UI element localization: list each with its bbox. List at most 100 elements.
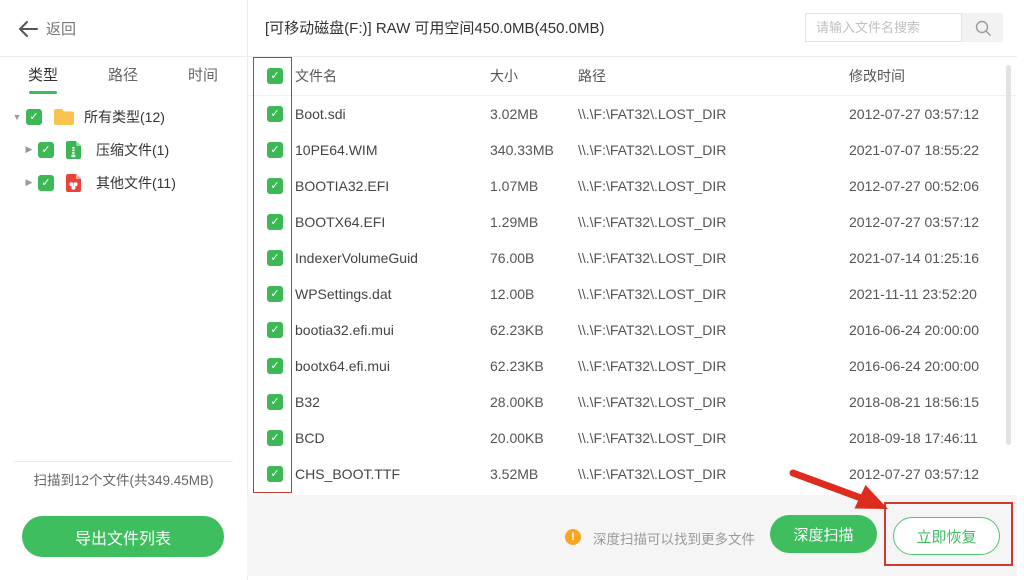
file-type-tree: ▼ ✓ 所有类型(12) ▶ ✓ 压缩文件(1) ▶ ✓ 其他文件(11) — [0, 100, 247, 199]
table-row[interactable]: ✓ B32 28.00KB \\.\F:\FAT32\.LOST_DIR 201… — [247, 384, 1017, 420]
cell-modified-time: 2016-06-24 20:00:00 — [849, 348, 979, 384]
deep-scan-hint: 深度扫描可以找到更多文件 — [593, 528, 755, 548]
tree-caret-icon[interactable]: ▶ — [22, 177, 36, 188]
tree-caret-icon[interactable]: ▼ — [10, 112, 24, 122]
search-icon — [973, 18, 993, 38]
tree-item-label: 压缩文件(1) — [96, 140, 169, 160]
row-checkbox[interactable]: ✓ — [267, 106, 283, 122]
cell-modified-time: 2012-07-27 03:57:12 — [849, 96, 979, 132]
cell-file-path: \\.\F:\FAT32\.LOST_DIR — [578, 384, 726, 420]
cell-file-name: 10PE64.WIM — [295, 132, 377, 168]
tree-caret-icon[interactable]: ▶ — [22, 144, 36, 155]
row-checkbox[interactable]: ✓ — [267, 286, 283, 302]
cell-modified-time: 2012-07-27 03:57:12 — [849, 204, 979, 240]
cell-modified-time: 2021-11-11 23:52:20 — [849, 276, 977, 312]
row-checkbox[interactable]: ✓ — [267, 394, 283, 410]
sidebar-tab-path[interactable]: 路径 — [108, 57, 138, 95]
tree-checkbox[interactable]: ✓ — [38, 142, 54, 158]
cell-file-name: bootx64.efi.mui — [295, 348, 390, 384]
page-title: [可移动磁盘(F:)] RAW 可用空间450.0MB(450.0MB) — [265, 0, 605, 57]
file-type-icon — [53, 107, 75, 127]
tree-item[interactable]: ▶ ✓ 其他文件(11) — [0, 166, 247, 199]
table-row[interactable]: ✓ BOOTX64.EFI 1.29MB \\.\F:\FAT32\.LOST_… — [247, 204, 1017, 240]
scan-summary: 扫描到12个文件(共349.45MB) — [0, 469, 247, 489]
cell-modified-time: 2018-08-21 18:56:15 — [849, 384, 979, 420]
row-checkbox[interactable]: ✓ — [267, 142, 283, 158]
cell-file-path: \\.\F:\FAT32\.LOST_DIR — [578, 96, 726, 132]
search-input[interactable] — [805, 13, 962, 42]
cell-modified-time: 2021-07-07 18:55:22 — [849, 132, 979, 168]
cell-file-size: 62.23KB — [490, 312, 544, 348]
cell-file-name: IndexerVolumeGuid — [295, 240, 418, 276]
sidebar-tab-time[interactable]: 时间 — [188, 57, 218, 95]
cell-file-name: bootia32.efi.mui — [295, 312, 394, 348]
cell-file-path: \\.\F:\FAT32\.LOST_DIR — [578, 312, 726, 348]
export-file-list-button[interactable]: 导出文件列表 — [22, 516, 224, 557]
column-header-size[interactable]: 大小 — [490, 57, 518, 96]
cell-file-path: \\.\F:\FAT32\.LOST_DIR — [578, 204, 726, 240]
row-checkbox[interactable]: ✓ — [267, 430, 283, 446]
table-row[interactable]: ✓ Boot.sdi 3.02MB \\.\F:\FAT32\.LOST_DIR… — [247, 96, 1017, 132]
back-arrow-icon — [18, 21, 38, 37]
cell-file-name: B32 — [295, 384, 320, 420]
cell-file-path: \\.\F:\FAT32\.LOST_DIR — [578, 276, 726, 312]
row-checkbox[interactable]: ✓ — [267, 466, 283, 482]
file-type-icon — [65, 140, 87, 160]
table-row[interactable]: ✓ bootx64.efi.mui 62.23KB \\.\F:\FAT32\.… — [247, 348, 1017, 384]
cell-file-size: 340.33MB — [490, 132, 554, 168]
column-header-name[interactable]: 文件名 — [295, 57, 337, 96]
file-type-icon — [65, 173, 87, 193]
table-row[interactable]: ✓ IndexerVolumeGuid 76.00B \\.\F:\FAT32\… — [247, 240, 1017, 276]
sidebar-tab-type[interactable]: 类型 — [28, 57, 58, 95]
table-row[interactable]: ✓ BOOTIA32.EFI 1.07MB \\.\F:\FAT32\.LOST… — [247, 168, 1017, 204]
cell-file-path: \\.\F:\FAT32\.LOST_DIR — [578, 132, 726, 168]
recover-now-button[interactable]: 立即恢复 — [893, 517, 1000, 555]
sidebar-bottom-divider — [14, 461, 233, 462]
row-checkbox[interactable]: ✓ — [267, 322, 283, 338]
cell-modified-time: 2012-07-27 03:57:12 — [849, 456, 979, 492]
cell-file-size: 28.00KB — [490, 384, 544, 420]
table-scrollbar[interactable] — [1006, 65, 1011, 445]
cell-file-size: 3.02MB — [490, 96, 538, 132]
deep-scan-button[interactable]: 深度扫描 — [770, 515, 877, 553]
cell-file-path: \\.\F:\FAT32\.LOST_DIR — [578, 240, 726, 276]
select-all-checkbox[interactable]: ✓ — [267, 68, 283, 84]
cell-file-name: BCD — [295, 420, 325, 456]
cell-file-path: \\.\F:\FAT32\.LOST_DIR — [578, 348, 726, 384]
table-row[interactable]: ✓ bootia32.efi.mui 62.23KB \\.\F:\FAT32\… — [247, 312, 1017, 348]
tree-checkbox[interactable]: ✓ — [26, 109, 42, 125]
warning-icon: ! — [565, 529, 581, 545]
cell-file-name: Boot.sdi — [295, 96, 346, 132]
cell-modified-time: 2012-07-27 00:52:06 — [849, 168, 979, 204]
tree-item[interactable]: ▼ ✓ 所有类型(12) — [0, 100, 247, 133]
cell-file-size: 12.00B — [490, 276, 534, 312]
cell-file-name: BOOTIA32.EFI — [295, 168, 389, 204]
row-checkbox[interactable]: ✓ — [267, 250, 283, 266]
search-button[interactable] — [962, 13, 1003, 42]
cell-modified-time: 2018-09-18 17:46:11 — [849, 420, 978, 456]
column-header-path[interactable]: 路径 — [578, 57, 606, 96]
cell-file-name: CHS_BOOT.TTF — [295, 456, 400, 492]
row-checkbox[interactable]: ✓ — [267, 178, 283, 194]
cell-file-path: \\.\F:\FAT32\.LOST_DIR — [578, 168, 726, 204]
file-table: ✓ Boot.sdi 3.02MB \\.\F:\FAT32\.LOST_DIR… — [247, 96, 1017, 492]
tree-item-label: 所有类型(12) — [84, 107, 165, 127]
cell-file-size: 1.29MB — [490, 204, 538, 240]
table-header: ✓ 文件名 大小 路径 修改时间 — [247, 57, 1017, 96]
table-row[interactable]: ✓ BCD 20.00KB \\.\F:\FAT32\.LOST_DIR 201… — [247, 420, 1017, 456]
back-button[interactable]: 返回 — [18, 0, 76, 57]
cell-modified-time: 2016-06-24 20:00:00 — [849, 312, 979, 348]
table-row[interactable]: ✓ 10PE64.WIM 340.33MB \\.\F:\FAT32\.LOST… — [247, 132, 1017, 168]
table-row[interactable]: ✓ CHS_BOOT.TTF 3.52MB \\.\F:\FAT32\.LOST… — [247, 456, 1017, 492]
column-header-modified[interactable]: 修改时间 — [849, 57, 905, 96]
cell-file-size: 20.00KB — [490, 420, 544, 456]
row-checkbox[interactable]: ✓ — [267, 358, 283, 374]
cell-modified-time: 2021-07-14 01:25:16 — [849, 240, 979, 276]
sidebar-tabs: 类型 路径 时间 — [0, 57, 247, 96]
table-row[interactable]: ✓ WPSettings.dat 12.00B \\.\F:\FAT32\.LO… — [247, 276, 1017, 312]
tree-checkbox[interactable]: ✓ — [38, 175, 54, 191]
row-checkbox[interactable]: ✓ — [267, 214, 283, 230]
cell-file-size: 1.07MB — [490, 168, 538, 204]
cell-file-size: 3.52MB — [490, 456, 538, 492]
tree-item[interactable]: ▶ ✓ 压缩文件(1) — [0, 133, 247, 166]
